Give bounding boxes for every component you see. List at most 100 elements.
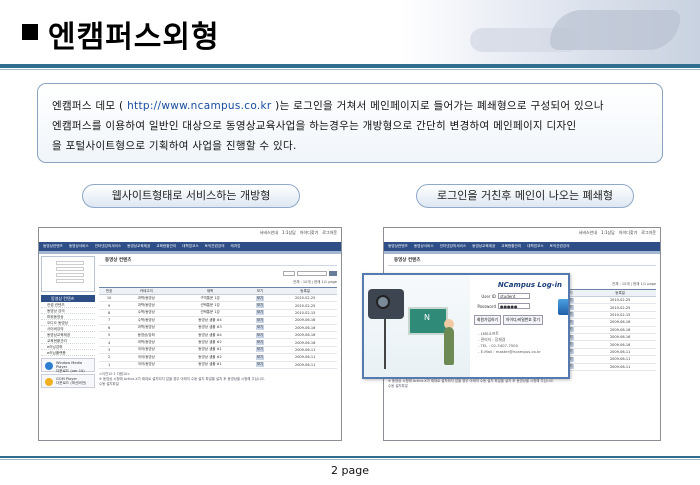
topbar-consult-link[interactable]: 1:1상담 <box>601 230 615 240</box>
join-button[interactable]: 회원가입하기 <box>474 315 501 325</box>
topbar-findid-link[interactable]: 아이디찾기 <box>300 230 318 240</box>
table-row[interactable]: 8수학/동영상선택통문 1강 보기 2010-02-15 <box>99 309 337 318</box>
table-cell-view[interactable]: 보기 <box>246 309 274 318</box>
table-cell-view[interactable]: 보기 <box>246 294 274 303</box>
media-player-download[interactable]: Window Media Player 다운로드 (ver 10) <box>41 358 95 373</box>
table-row[interactable]: 7수학/동영상동영상 샘플 #4 보기 2009-06-16 <box>99 316 337 325</box>
col-header: 번호 <box>99 287 120 295</box>
table-cell-title[interactable]: 동영상 샘플 #3 <box>173 324 247 332</box>
view-button[interactable]: 보기 <box>255 317 265 323</box>
gnb-item[interactable]: 인터넷강의서비스 <box>440 242 466 251</box>
table-row[interactable]: 3국어/동영상동영상 샘플 #1 보기 2009-06-11 <box>99 346 337 355</box>
view-button[interactable]: 보기 <box>255 310 265 316</box>
topbar-consult-link[interactable]: 1:1상담 <box>282 230 296 240</box>
topbar-service-link[interactable]: 서비스안내 <box>260 230 278 240</box>
mini-pw-input[interactable] <box>56 267 84 271</box>
table-cell-title[interactable]: 동영상 샘플 #2 <box>173 353 247 362</box>
table-cell-date: 2010-02-15 <box>273 309 337 318</box>
manual-install-link[interactable]: 수동 설치파일 <box>388 384 656 389</box>
table-row[interactable]: 4과학/동영상동영상 샘플 #2 보기 2009-06-16 <box>99 338 337 347</box>
table-row[interactable]: 10과학/동영상구역통문 1강 보기 2010-02-25 <box>99 294 337 303</box>
manual-install-link[interactable]: 수동 설치파일 <box>99 382 337 387</box>
gnb-item[interactable]: 캐치업 <box>231 242 241 251</box>
table-cell-no: 5 <box>99 331 120 340</box>
gnb-item[interactable]: 동영상교육제공 <box>472 242 495 251</box>
content-title: 동영상 컨텐츠 <box>388 256 656 266</box>
gnb-item[interactable]: 대학업코스 <box>182 242 199 251</box>
site-url-link[interactable]: http://www.ncampus.co.kr <box>127 100 271 112</box>
gnb-item[interactable]: 동영상교육제공 <box>127 242 150 251</box>
view-button[interactable]: 보기 <box>255 347 265 353</box>
table-cell-view[interactable]: 보기 <box>246 324 274 332</box>
table-cell-view[interactable]: 보기 <box>246 316 274 325</box>
table-cell-title[interactable]: 선택통문 1강 <box>173 301 247 310</box>
col-header: 제목 <box>173 287 247 295</box>
gnb-item[interactable]: 동영상컨텐츠 <box>43 242 63 251</box>
table-row[interactable]: 6과학/동영상동영상 샘플 #3 보기 2009-06-16 <box>99 324 337 332</box>
gom-player-download[interactable]: GOM Player 다운로드 (최신버전) <box>41 374 95 388</box>
topbar-service-link[interactable]: 서비스안내 <box>579 230 597 240</box>
table-cell-title[interactable]: 구역통문 1강 <box>173 294 247 303</box>
table-row[interactable]: 5동영상/강좌동영상 샘플 #4 보기 2009-06-16 <box>99 331 337 340</box>
gnb-item[interactable]: 교육현황관리 <box>501 242 521 251</box>
gnb-item[interactable]: 동영상서비스 <box>69 242 89 251</box>
find-account-button[interactable]: 아이디/비밀번호 찾기 <box>502 315 543 325</box>
table-cell-title[interactable]: 동영상 샘플 #2 <box>173 338 247 347</box>
gnb-item[interactable]: 토익관련강의 <box>205 242 225 251</box>
topbar-logout-link[interactable]: 로그아웃 <box>641 230 656 240</box>
search-select[interactable] <box>283 271 295 276</box>
table-cell-no: 4 <box>99 338 120 347</box>
table-cell-cat: 과학/동영상 <box>119 294 174 303</box>
mini-find-button[interactable] <box>56 279 84 283</box>
login-button[interactable] <box>558 299 568 315</box>
info-line: - E-Mail : master@ncampus.co.kr <box>478 349 541 354</box>
table-row[interactable]: 9과학/동영상선택통문 1강 보기 2010-02-25 <box>99 301 337 310</box>
password-input[interactable]: ●●●●● <box>498 303 530 309</box>
table-cell-date: 2009-06-16 <box>584 340 656 349</box>
table-cell-date: 2010-02-15 <box>584 311 656 320</box>
table-cell-title[interactable]: 동영상 샘플 #4 <box>173 331 247 340</box>
table-cell-title[interactable]: 동영상 샘플 #4 <box>173 316 247 325</box>
table-cell-view[interactable]: 보기 <box>246 346 274 355</box>
gnb-item[interactable]: 인터넷강의서비스 <box>95 242 121 251</box>
table-cell-cat: 동영상/강좌 <box>119 331 174 340</box>
table-cell-no: 2 <box>99 353 120 362</box>
view-button[interactable]: 보기 <box>255 340 265 346</box>
user-id-input[interactable]: student <box>498 293 530 299</box>
description-line-3: 을 포털사이트형으로 기획하여 사업을 진행할 수 있다. <box>52 140 297 152</box>
login-title: NCampus Log-in <box>497 281 562 289</box>
mini-gnb: 동영상컨텐츠 동영상서비스 인터넷강의서비스 동영상교육제공 교육현황관리 대학… <box>384 242 660 251</box>
mini-content: 동영상 컨텐츠 전체 : 10개 | 현재 1/1 page 번호 카테고리 제… <box>99 256 337 438</box>
gnb-item[interactable]: 교육현황관리 <box>156 242 176 251</box>
video-list-table: 번호 카테고리 제목 보기 등록일 10과학/동영상구역통문 1강보기2010-… <box>99 287 337 369</box>
view-button[interactable]: 보기 <box>255 362 265 368</box>
view-button[interactable]: 보기 <box>255 295 265 301</box>
header-decoration-image <box>400 0 700 64</box>
gnb-item[interactable]: 동영상서비스 <box>414 242 434 251</box>
table-cell-view[interactable]: 보기 <box>246 338 274 347</box>
mini-join-button[interactable] <box>56 273 84 277</box>
table-cell-title[interactable]: 선택통문 1강 <box>173 309 247 318</box>
table-cell-view[interactable]: 보기 <box>246 301 274 310</box>
table-row[interactable]: 1국어/동영상동영상 샘플 #1 보기 2009-06-11 <box>99 361 337 369</box>
table-cell-title[interactable]: 동영상 샘플 #1 <box>173 361 247 369</box>
table-cell-view[interactable]: 보기 <box>246 353 274 362</box>
topbar-logout-link[interactable]: 로그아웃 <box>322 230 337 240</box>
mini-id-input[interactable] <box>56 261 84 265</box>
view-button[interactable]: 보기 <box>255 332 265 338</box>
view-button[interactable]: 보기 <box>255 325 265 331</box>
gnb-item[interactable]: 토익관련강의 <box>550 242 570 251</box>
col-header: 등록일 <box>584 289 656 297</box>
table-cell-view[interactable]: 보기 <box>246 361 274 369</box>
gnb-item[interactable]: 대학업코스 <box>527 242 544 251</box>
view-button[interactable]: 보기 <box>255 303 265 309</box>
view-button[interactable]: 보기 <box>255 354 265 360</box>
gnb-item[interactable]: 동영상컨텐츠 <box>388 242 408 251</box>
table-cell-title[interactable]: 동영상 샘플 #1 <box>173 346 247 355</box>
search-button[interactable] <box>329 271 337 276</box>
search-input[interactable] <box>297 271 327 276</box>
sidebar-item[interactable]: e러닝플랫폼 <box>41 350 95 356</box>
table-row[interactable]: 2국어/동영상동영상 샘플 #2 보기 2009-06-11 <box>99 353 337 362</box>
topbar-findid-link[interactable]: 아이디찾기 <box>619 230 637 240</box>
table-cell-view[interactable]: 보기 <box>246 331 274 340</box>
